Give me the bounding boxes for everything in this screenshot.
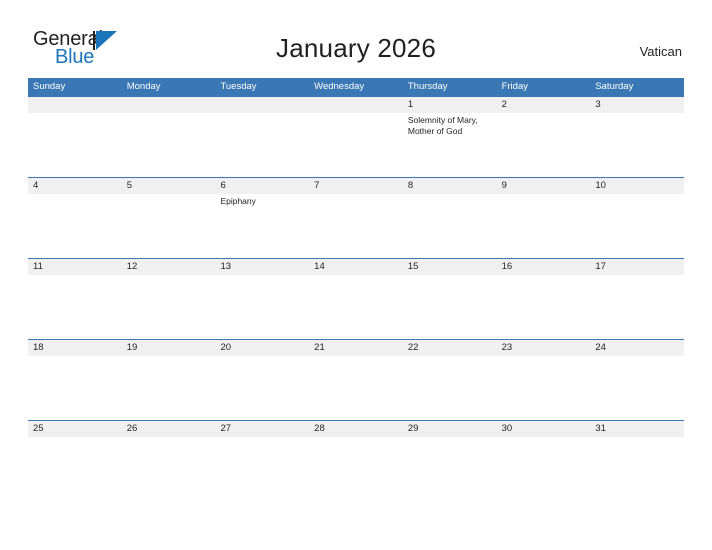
day-number: 29 — [407, 423, 419, 434]
calendar-day-cell[interactable]: 18 — [28, 340, 122, 420]
day-number: 8 — [407, 180, 414, 191]
day-number: 3 — [595, 99, 601, 110]
day-number: 2 — [501, 99, 507, 110]
calendar-day-cell[interactable]: 19 — [122, 340, 216, 420]
day-number: 21 — [314, 342, 325, 353]
calendar-day-cell[interactable]: 24 — [590, 340, 684, 420]
calendar-day-cell[interactable]: 22 — [403, 340, 497, 420]
weekday-header-friday: Friday — [501, 81, 528, 92]
calendar-day-cell[interactable]: 16 — [497, 259, 591, 339]
calendar-day-cell[interactable]: 31 — [590, 421, 684, 501]
calendar-week-cells: 11 12 13 14 15 16 17 — [28, 259, 684, 339]
calendar-week-row: 1 Solemnity of Mary, Mother of God 2 3 — [28, 96, 684, 177]
calendar-day-cell[interactable]: 11 — [28, 259, 122, 339]
calendar-day-cell[interactable]: 8 — [403, 178, 497, 258]
day-number: 17 — [595, 261, 606, 272]
day-number: 19 — [126, 342, 138, 353]
weekday-header-sunday: Sunday — [33, 81, 66, 92]
calendar-day-cell[interactable]: 4 — [28, 178, 122, 258]
weekday-header-wednesday: Wednesday — [314, 81, 365, 92]
day-number: 5 — [126, 180, 133, 191]
day-number: 4 — [33, 180, 39, 191]
calendar-day-cell[interactable]: 21 — [309, 340, 403, 420]
calendar-day-cell[interactable]: 28 — [309, 421, 403, 501]
calendar-day-cell[interactable]: 3 — [590, 97, 684, 177]
calendar-day-cell[interactable]: 10 — [590, 178, 684, 258]
calendar-day-cell[interactable]: 13 — [215, 259, 309, 339]
day-number: 16 — [501, 261, 513, 272]
day-number: 31 — [595, 423, 606, 434]
weekday-header-thursday: Thursday — [407, 81, 448, 92]
day-number — [314, 97, 399, 113]
day-event-label: Solemnity of Mary, Mother of God — [407, 115, 478, 136]
page-header: General Blue January 2026 Vatican — [0, 0, 712, 76]
calendar-day-cell[interactable]: 5 — [122, 178, 216, 258]
day-number: 12 — [126, 261, 138, 272]
calendar-day-cell[interactable]: 9 — [497, 178, 591, 258]
weekday-header-saturday: Saturday — [595, 81, 634, 92]
calendar-grid: Sunday Monday Tuesday Wednesday Thursday… — [28, 78, 684, 501]
day-number: 30 — [501, 423, 513, 434]
day-number: 23 — [501, 342, 513, 353]
calendar-week-row: 18 19 20 21 22 23 24 — [28, 339, 684, 420]
weekday-header-monday: Monday — [126, 81, 161, 92]
calendar-day-cell[interactable] — [215, 97, 309, 177]
day-number: 14 — [314, 261, 325, 272]
calendar-week-cells: 1 Solemnity of Mary, Mother of God 2 3 — [28, 97, 684, 177]
weekday-header-tuesday: Tuesday — [220, 81, 257, 92]
day-number: 1 — [407, 99, 414, 110]
day-number: 26 — [126, 423, 138, 434]
calendar-day-cell[interactable]: 12 — [122, 259, 216, 339]
day-number: 20 — [220, 342, 232, 353]
calendar-week-cells: 4 5 6 Epiphany 7 8 9 10 — [28, 178, 684, 258]
calendar-day-cell[interactable]: 6 Epiphany — [215, 178, 309, 258]
day-number: 18 — [33, 342, 44, 353]
calendar-day-cell[interactable]: 29 — [403, 421, 497, 501]
weekday-header-row: Sunday Monday Tuesday Wednesday Thursday… — [28, 78, 684, 96]
calendar-day-cell[interactable]: 30 — [497, 421, 591, 501]
calendar-day-cell[interactable] — [122, 97, 216, 177]
calendar-week-cells: 25 26 27 28 29 30 31 — [28, 421, 684, 501]
day-number: 9 — [501, 180, 507, 191]
region-label: Vatican — [639, 44, 682, 59]
day-number: 10 — [595, 180, 606, 191]
calendar-day-cell[interactable]: 1 Solemnity of Mary, Mother of God — [403, 97, 497, 177]
day-number: 6 — [220, 180, 226, 191]
calendar-week-row: 25 26 27 28 29 30 31 — [28, 420, 684, 501]
day-number — [220, 97, 305, 113]
calendar-week-row: 4 5 6 Epiphany 7 8 9 10 — [28, 177, 684, 258]
calendar-day-cell[interactable]: 17 — [590, 259, 684, 339]
calendar-week-row: 11 12 13 14 15 16 17 — [28, 258, 684, 339]
day-number: 24 — [595, 342, 606, 353]
calendar-day-cell[interactable]: 2 — [497, 97, 591, 177]
day-number: 7 — [314, 180, 320, 191]
day-number — [127, 97, 212, 113]
calendar-day-cell[interactable]: 27 — [215, 421, 309, 501]
page-title: January 2026 — [276, 33, 436, 63]
day-number: 22 — [407, 342, 419, 353]
calendar-day-cell[interactable] — [28, 97, 122, 177]
calendar-day-cell[interactable] — [309, 97, 403, 177]
calendar-day-cell[interactable]: 25 — [28, 421, 122, 501]
day-number: 11 — [33, 261, 43, 272]
day-number: 15 — [407, 261, 419, 272]
calendar-day-cell[interactable]: 14 — [309, 259, 403, 339]
calendar-day-cell[interactable]: 23 — [497, 340, 591, 420]
calendar-week-list: 1 Solemnity of Mary, Mother of God 2 3 4 5 6 Ep… — [28, 96, 684, 501]
day-number: 27 — [220, 423, 232, 434]
calendar-day-cell[interactable]: 7 — [309, 178, 403, 258]
calendar-page: General Blue January 2026 Vatican Sunday… — [0, 0, 712, 550]
calendar-day-cell[interactable]: 15 — [403, 259, 497, 339]
day-number: 25 — [33, 423, 44, 434]
calendar-day-cell[interactable]: 20 — [215, 340, 309, 420]
day-number: 28 — [314, 423, 325, 434]
calendar-week-cells: 18 19 20 21 22 23 24 — [28, 340, 684, 420]
day-number — [33, 97, 118, 113]
day-number: 13 — [220, 261, 232, 272]
day-event-label: Epiphany — [220, 196, 256, 206]
calendar-day-cell[interactable]: 26 — [122, 421, 216, 501]
